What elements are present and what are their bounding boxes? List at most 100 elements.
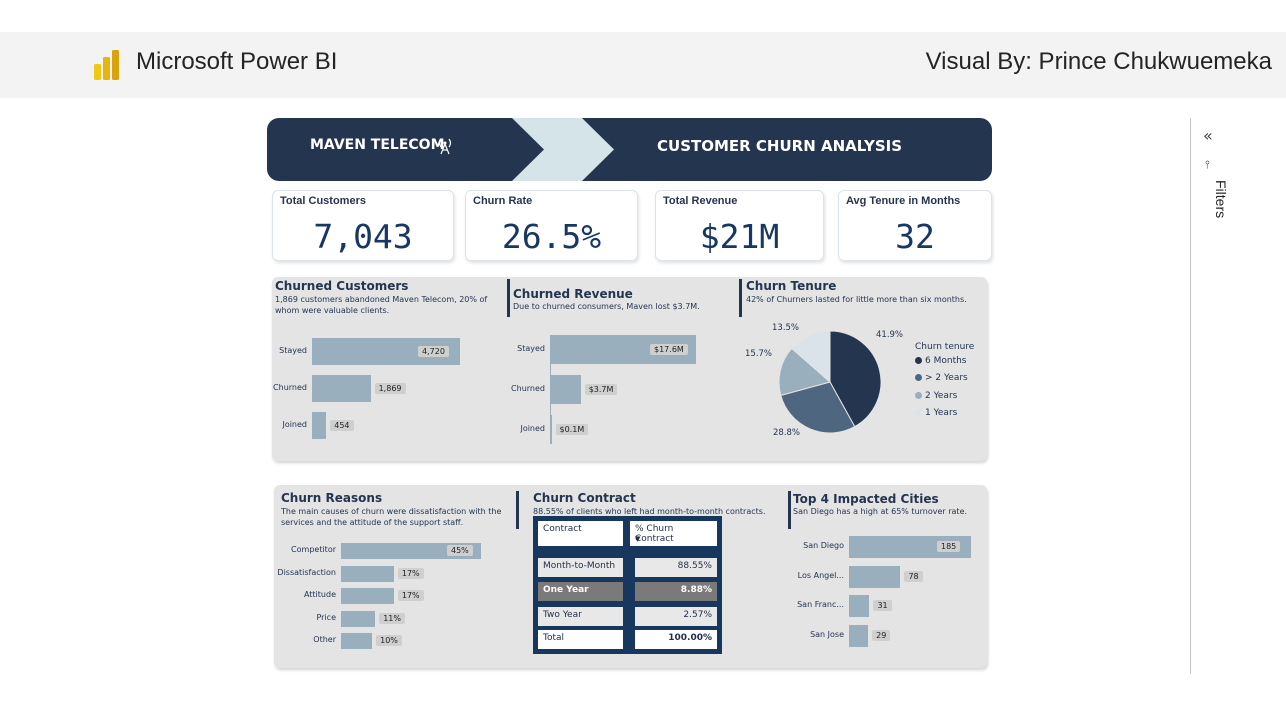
bar-value-label: $17.6M [650,343,688,355]
legend-item[interactable]: 6 Months [915,356,966,366]
axis-line [550,335,551,444]
table-cell: 88.55% [635,558,717,577]
legend-label: 1 Years [925,407,958,418]
top-cities-title: Top 4 Impacted Cities [793,492,939,506]
accent-bar [739,279,742,317]
kpi-value: 26.5% [501,217,602,256]
kpi-total-customers[interactable]: Total Customers 7,043 [272,190,454,261]
table-cell: Month-to-Month [538,558,623,577]
report-banner: MAVEN TELECOM CUSTOMER CHURN ANALYSIS [267,118,992,181]
bar[interactable] [550,375,581,404]
legend-label: 6 Months [925,356,967,366]
kpi-label: Total Customers [280,195,366,207]
filters-pane: « ⫯ Filters [1190,118,1286,674]
accent-bar [788,491,791,529]
bar-category-label: Dissatisfaction [277,567,336,577]
accent-bar [516,491,519,529]
churned-revenue-title: Churned Revenue [513,287,633,301]
table-total-value: 100.00% [635,630,717,649]
double-chevron-left-icon[interactable]: « [1203,126,1213,145]
kpi-value: 7,043 [313,217,413,256]
pie-slice-label: 13.5% [772,323,800,333]
churn-reasons-title: Churn Reasons [281,491,383,505]
churn-tenure-pie[interactable] [770,322,890,442]
kpi-label: Total Revenue [663,195,738,207]
bar[interactable] [849,624,869,647]
kpi-value: 32 [895,217,935,256]
header-text: % Churn Contract [635,524,674,544]
bar-value-label: 29 [872,629,891,641]
legend-dot-icon [915,391,922,399]
accent-bar [507,279,510,317]
pie-slice-label: 41.9% [876,330,904,340]
kpi-value: $21M [699,217,780,256]
bar-category-label: Joined [520,423,545,433]
legend-title: Churn tenure [915,342,975,352]
churn-tenure-subtitle: 42% of Churners lasted for little more t… [746,295,967,304]
app-title: Microsoft Power BI [136,48,338,75]
antenna-icon [438,138,452,155]
bar-value-label: $0.1M [555,423,589,435]
sort-down-icon[interactable]: ▼ [635,535,640,543]
bar[interactable] [312,375,371,402]
pie-slice-label: 15.7% [745,349,773,359]
bar-value-label: 17% [397,590,424,601]
bar-category-label: Other [313,635,336,644]
bar-category-label: Joined [282,419,307,429]
bar-category-label: Stayed [517,343,545,353]
bar-value-label: 17% [397,567,424,579]
bar-category-label: Los Angel... [797,570,844,580]
bar-value-label: 10% [376,635,402,646]
churned-customers-title: Churned Customers [275,279,409,293]
bar-value-label: $3.7M [584,383,618,395]
bar-value-label: 45% [447,545,473,556]
bar-value-label: 1,869 [374,382,406,394]
table-total-label: Total [538,630,623,649]
bar-category-label: Churned [511,383,545,393]
table-cell: 8.88% [635,582,717,601]
bar-value-label: 31 [873,600,892,611]
bar-category-label: San Franc... [797,600,844,609]
legend-item[interactable]: 2 Years [915,391,957,401]
kpi-total-revenue[interactable]: Total Revenue $21M [655,190,824,261]
bar[interactable] [849,595,870,617]
churn-reasons-subtitle: The main causes of churn were dissatisfa… [281,507,502,527]
legend-dot-icon [915,374,922,382]
bar[interactable] [341,633,373,649]
pie-slice-label: 28.8% [773,428,801,438]
legend-item[interactable]: 1 Years [915,408,957,418]
bar[interactable] [341,565,394,582]
churn-contract-table[interactable]: Contract % Churn Contract ▼ Month-to-Mont… [533,516,722,654]
bar[interactable] [341,610,376,627]
churned-customers-subtitle: 1,869 customers abandoned Maven Telecom,… [275,295,488,315]
kpi-label: Avg Tenure in Months [846,195,961,207]
churn-contract-title: Churn Contract [533,491,636,505]
bar-value-label: 4,720 [418,345,449,357]
bar-value-label: 11% [379,612,405,624]
legend-item[interactable]: > 2 Years [915,373,968,383]
credit-text: Visual By: Prince Chukwuemeka [925,48,1272,75]
company-name: MAVEN TELECOM [310,137,445,153]
table-cell: Two Year [538,607,623,626]
table-header-churn-pct[interactable]: % Churn Contract ▼ [630,521,717,546]
bar-category-label: Price [316,612,336,622]
table-cell: One Year [538,582,623,601]
bar[interactable] [341,588,394,604]
filter-icon[interactable]: ⫯ [1205,158,1210,172]
bar-value-label: 185 [937,541,961,552]
bar-category-label: Stayed [279,345,307,355]
banner-chevron-shape [512,118,614,181]
bar-value-label: 454 [330,419,354,431]
kpi-avg-tenure[interactable]: Avg Tenure in Months 32 [838,190,992,261]
bar[interactable] [849,565,901,588]
kpi-label: Churn Rate [473,195,533,207]
legend-dot-icon [915,408,922,416]
bar-category-label: San Jose [810,629,844,639]
churned-revenue-subtitle: Due to churned consumers, Maven lost $3.… [513,302,700,311]
bar[interactable] [312,412,327,439]
table-header-contract[interactable]: Contract [538,521,623,546]
bar-category-label: Churned [273,382,307,392]
legend-label: 2 Years [925,390,958,401]
kpi-churn-rate[interactable]: Churn Rate 26.5% [465,190,638,261]
filters-label[interactable]: Filters [1213,180,1229,218]
